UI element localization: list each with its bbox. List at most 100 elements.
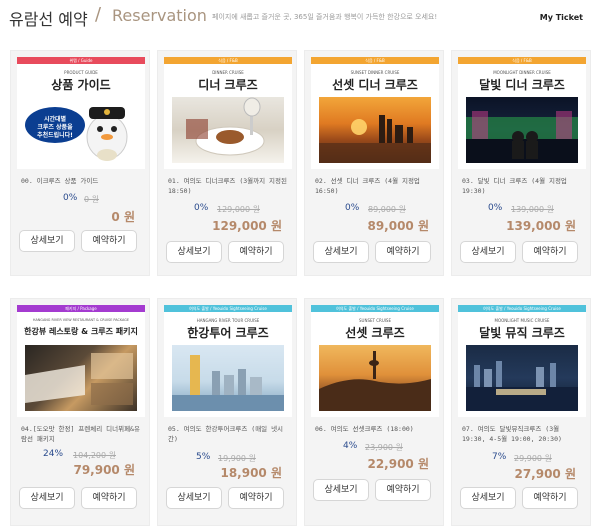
detail-button[interactable]: 상세보기 xyxy=(460,487,516,509)
category-band: 여의도 출발 / Yeouido Sightseeing Cruise xyxy=(164,305,292,312)
sale-price: 89,000 원 xyxy=(367,219,429,233)
sunset-city-image xyxy=(319,115,431,163)
category-band: 위멤 / Guide xyxy=(17,57,145,64)
product-thumbnail[interactable]: 여의도 출발 / Yeouido Sightseeing Cruise HANG… xyxy=(164,305,292,417)
product-thumbnail[interactable]: 식음 / F&B DINNER CRUISE 디너 크루즈 xyxy=(164,57,292,169)
original-price: 23,900 원 xyxy=(365,443,403,452)
product-photo xyxy=(25,345,137,411)
product-card[interactable]: 여의도 출발 / Yeouido Sightseeing Cruise HANG… xyxy=(157,298,297,526)
sale-price: 22,900 원 xyxy=(367,457,429,471)
product-banner-title: 디너 크루즈 xyxy=(198,78,258,92)
discount-rate: 0% xyxy=(194,203,209,213)
category-band: 식음 / F&B xyxy=(311,57,439,64)
product-thumbnail[interactable]: 위멤 / Guide PRODUCT GUIDE 상품 가이드 시간대별 크루즈… xyxy=(17,57,145,169)
product-card[interactable]: 패키지 / Package HANGANG RIVER VIEW RESTAUR… xyxy=(10,298,150,526)
product-name: 04.[도오맛 한정] 프렌체리 디너뷔페&유람선 패키지 xyxy=(21,425,140,443)
restaurant-cruise-image xyxy=(25,353,133,405)
page-subtitle: Reservation xyxy=(112,6,207,25)
reserve-button[interactable]: 예약하기 xyxy=(522,241,578,263)
sale-price: 139,000 원 xyxy=(506,219,576,233)
product-card[interactable]: 식음 / F&B SUNSET DINNER CRUISE 선셋 디너 크루즈 … xyxy=(304,50,444,276)
reserve-button[interactable]: 예약하기 xyxy=(228,487,284,509)
svg-text:시간대별: 시간대별 xyxy=(44,115,67,123)
detail-button[interactable]: 상세보기 xyxy=(460,241,516,263)
night-music-cruise-image xyxy=(466,361,578,411)
sale-price: 27,900 원 xyxy=(514,467,576,481)
reserve-button[interactable]: 예약하기 xyxy=(228,241,284,263)
original-price: 19,900 원 xyxy=(218,454,256,463)
product-subline: MOONLIGHT MUSIC CRUISE xyxy=(494,318,550,323)
product-thumbnail[interactable]: 식음 / F&B SUNSET DINNER CRUISE 선셋 디너 크루즈 xyxy=(311,57,439,169)
detail-button[interactable]: 상세보기 xyxy=(166,241,222,263)
product-subline: PRODUCT GUIDE xyxy=(64,70,98,75)
product-photo xyxy=(466,345,578,411)
page-title: 유람선 예약 xyxy=(9,10,88,29)
reserve-button[interactable]: 예약하기 xyxy=(522,487,578,509)
captain-mascot-image: 시간대별 크루즈 상품을 추천드립니다! xyxy=(25,107,128,161)
detail-button[interactable]: 상세보기 xyxy=(313,479,369,501)
product-subline: HANGANG RIVER VIEW RESTAURANT & CRUISE P… xyxy=(32,318,130,322)
fountain-night-image xyxy=(466,111,578,163)
product-photo xyxy=(466,97,578,163)
reserve-button[interactable]: 예약하기 xyxy=(81,487,137,509)
product-subline: DINNER CRUISE xyxy=(212,70,244,75)
product-card[interactable]: 식음 / F&B DINNER CRUISE 디너 크루즈 01. 여의도 디너… xyxy=(157,50,297,276)
discount-rate: 0% xyxy=(488,203,503,213)
product-photo xyxy=(319,97,431,163)
detail-button[interactable]: 상세보기 xyxy=(19,230,75,252)
product-name: 00. 이크루즈 상품 가이드 xyxy=(21,177,99,185)
title-separator: / xyxy=(95,4,102,25)
product-banner-title: 선셋 크루즈 xyxy=(345,326,405,340)
my-ticket-link[interactable]: My Ticket xyxy=(540,13,583,22)
discount-rate: 4% xyxy=(343,441,358,451)
product-name: 01. 여의도 디너크루즈 (3월까지 지정된 18:50) xyxy=(168,177,287,195)
discount-rate: 5% xyxy=(196,452,211,462)
original-price: 0 원 xyxy=(84,195,99,204)
original-price: 89,000 원 xyxy=(368,205,406,214)
product-banner-title: 달빛 뮤직 크루즈 xyxy=(479,326,565,340)
sale-price: 18,900 원 xyxy=(220,466,282,480)
product-photo xyxy=(172,97,284,163)
sale-price: 0 원 xyxy=(111,210,135,224)
category-band: 여의도 출발 / Yeouido Sightseeing Cruise xyxy=(458,305,586,312)
product-card[interactable]: 여의도 출발 / Yeouido Sightseeing Cruise MOON… xyxy=(451,298,591,526)
original-price: 129,000 원 xyxy=(217,205,260,214)
reserve-button[interactable]: 예약하기 xyxy=(375,479,431,501)
product-banner-title: 달빛 디너 크루즈 xyxy=(479,78,565,92)
product-name: 05. 여의도 한강투어크루즈 (매일 넷시간) xyxy=(168,425,284,443)
product-name: 06. 여의도 선셋크루즈 (18:00) xyxy=(315,425,414,433)
product-thumbnail[interactable]: 여의도 출발 / Yeouido Sightseeing Cruise MOON… xyxy=(458,305,586,417)
detail-button[interactable]: 상세보기 xyxy=(166,487,222,509)
category-band: 여의도 출발 / Yeouido Sightseeing Cruise xyxy=(311,305,439,312)
page-description: 페이지에 새롭고 즐거운 곳, 365일 즐거움과 행복이 가득한 한강으로 오… xyxy=(212,13,438,21)
namsan-tower-sunset-image xyxy=(319,351,431,411)
category-band: 식음 / F&B xyxy=(458,57,586,64)
discount-rate: 0% xyxy=(345,203,360,213)
product-photo xyxy=(319,345,431,411)
product-photo xyxy=(172,345,284,411)
product-banner-title: 상품 가이드 xyxy=(51,78,111,92)
product-thumbnail[interactable]: 여의도 출발 / Yeouido Sightseeing Cruise SUNS… xyxy=(311,305,439,417)
han-river-tower-image xyxy=(172,355,284,411)
page-header: 유람선 예약 / Reservation 페이지에 새롭고 즐거운 곳, 365… xyxy=(0,0,600,36)
product-card[interactable]: 식음 / F&B MOONLIGHT DINNER CRUISE 달빛 디너 크… xyxy=(451,50,591,276)
discount-rate: 7% xyxy=(492,452,507,462)
product-name: 03. 달빛 디너 크루즈 (4월 지정업 19:30) xyxy=(462,177,567,195)
category-band: 패키지 / Package xyxy=(17,305,145,312)
product-name: 02. 선셋 디너 크루즈 (4월 지정업 16:50) xyxy=(315,177,420,195)
category-band: 식음 / F&B xyxy=(164,57,292,64)
product-card[interactable]: 여의도 출발 / Yeouido Sightseeing Cruise SUNS… xyxy=(304,298,444,526)
product-banner-title: 선셋 디너 크루즈 xyxy=(332,78,418,92)
product-thumbnail[interactable]: 식음 / F&B MOONLIGHT DINNER CRUISE 달빛 디너 크… xyxy=(458,57,586,169)
detail-button[interactable]: 상세보기 xyxy=(313,241,369,263)
dinner-plate-image xyxy=(186,97,265,156)
detail-button[interactable]: 상세보기 xyxy=(19,487,75,509)
product-photo: 시간대별 크루즈 상품을 추천드립니다! xyxy=(25,97,137,163)
product-thumbnail[interactable]: 패키지 / Package HANGANG RIVER VIEW RESTAUR… xyxy=(17,305,145,417)
product-card[interactable]: 위멤 / Guide PRODUCT GUIDE 상품 가이드 시간대별 크루즈… xyxy=(10,50,150,276)
reserve-button[interactable]: 예약하기 xyxy=(81,230,137,252)
product-banner-title: 한강뷰 레스토랑 & 크루즈 패키지 xyxy=(24,327,138,336)
sale-price: 79,900 원 xyxy=(73,463,135,477)
svg-text:크루즈 상품을: 크루즈 상품을 xyxy=(37,123,73,131)
reserve-button[interactable]: 예약하기 xyxy=(375,241,431,263)
